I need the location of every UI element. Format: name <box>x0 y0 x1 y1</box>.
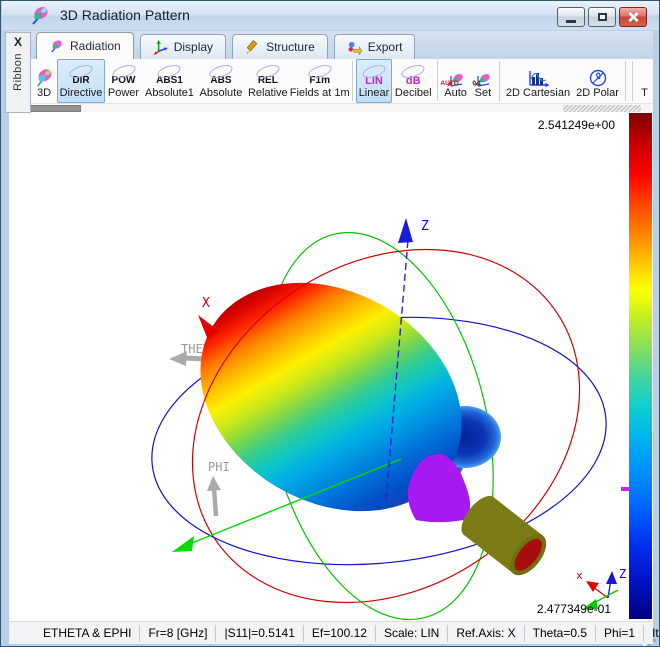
status-bar: ETHETA & EPHI Fr=8 [GHz] |S11|=0.5141 Ef… <box>9 621 653 644</box>
linear-scale-button[interactable]: LIN Linear <box>356 59 393 103</box>
absolute1-button[interactable]: ABS1 Absolute1 <box>142 59 197 103</box>
app-window: 3D Radiation Pattern Radiation <box>0 0 660 647</box>
tab-label: Radiation <box>70 39 121 53</box>
ribbon-side-panel: X Ribbon <box>5 32 31 113</box>
status-phi-step: Phi=1 <box>596 625 644 642</box>
theta-arrowhead <box>169 351 187 366</box>
y-axis-arrowhead <box>172 536 194 552</box>
toolbar-separator <box>437 61 438 101</box>
minimize-button[interactable] <box>557 7 585 27</box>
colorbar <box>629 113 652 619</box>
button-label: Directive <box>60 87 103 100</box>
clipped-toolbar-button[interactable]: T <box>636 59 653 103</box>
3d-radiation-viewport[interactable]: THETA Z X PHI <box>9 112 653 621</box>
tab-display[interactable]: Display <box>140 34 226 59</box>
toolbar-separator <box>499 61 500 101</box>
3d-scene: THETA Z X PHI <box>9 112 653 621</box>
button-label: Power <box>108 87 139 100</box>
tab-strip: Radiation Display Structure <box>9 31 653 59</box>
close-button[interactable] <box>619 7 647 27</box>
ribbon-side-label[interactable]: Ribbon <box>12 53 24 91</box>
x-axis-label: X <box>202 296 210 311</box>
tab-export[interactable]: Export <box>334 34 416 59</box>
pencil-icon <box>245 40 260 55</box>
status-scale: Scale: LIN <box>376 625 448 642</box>
ribbon-scrollbar-hatch <box>563 105 641 112</box>
resize-grip[interactable] <box>653 639 656 642</box>
2d-polar-icon <box>588 69 608 87</box>
3d-view-button[interactable]: 3D <box>31 59 57 103</box>
button-label: Auto <box>444 87 467 100</box>
export-arrow-icon <box>347 40 362 55</box>
button-label: T <box>641 87 648 100</box>
z-axis-label: Z <box>421 219 429 234</box>
fields-at-1m-button[interactable]: F1m Fields at 1m <box>291 59 349 103</box>
tab-radiation[interactable]: Radiation <box>36 32 134 59</box>
button-label: Fields at 1m <box>290 87 350 100</box>
maximize-icon <box>598 13 607 21</box>
relative-button[interactable]: REL Relative <box>245 59 291 103</box>
window-title: 3D Radiation Pattern <box>60 1 190 30</box>
button-label: Linear <box>359 87 390 100</box>
decibel-scale-button[interactable]: dB Decibel <box>392 59 434 103</box>
axes-triad-icon <box>153 40 168 55</box>
directive-button[interactable]: DIR Directive <box>57 59 105 103</box>
status-s11: |S11|=0.5141 <box>216 625 303 642</box>
tab-label: Export <box>368 40 403 54</box>
button-label: 2D Polar <box>576 87 619 100</box>
2d-cartesian-button[interactable]: 2D Cartesian <box>503 59 573 103</box>
tab-label: Display <box>174 40 213 54</box>
toolbar-separator <box>352 61 353 101</box>
2d-polar-button[interactable]: 2D Polar <box>573 59 622 103</box>
button-label: 3D <box>37 87 51 100</box>
2d-cartesian-icon <box>526 70 550 87</box>
toolbar-separator <box>625 61 626 101</box>
button-label: Absolute <box>200 87 243 100</box>
radiation-pattern-icon <box>29 6 51 26</box>
colorbar-marker <box>621 487 630 491</box>
radiation-tab-icon <box>49 39 64 54</box>
status-frequency: Fr=8 [GHz] <box>140 625 216 642</box>
button-label: Absolute1 <box>145 87 194 100</box>
ribbon-scrollbar[interactable] <box>9 103 653 112</box>
3d-pattern-icon <box>34 69 54 87</box>
absolute-button[interactable]: ABS Absolute <box>197 59 245 103</box>
button-label: 2D Cartesian <box>506 87 570 100</box>
status-efficiency: Ef=100.12 <box>304 625 376 642</box>
ribbon-close-button[interactable]: X <box>14 33 22 53</box>
toolbar-separator <box>632 61 633 101</box>
phi-axis-label: PHI <box>208 460 230 474</box>
tab-structure[interactable]: Structure <box>232 34 328 59</box>
tab-label: Structure <box>266 40 315 54</box>
set-range-button[interactable]: 0 1 Set <box>470 59 496 103</box>
triad-z-arrowhead <box>606 571 617 584</box>
colorbar-max-value: 2.541249e+00 <box>538 118 615 132</box>
phi-arrow <box>214 488 216 516</box>
power-button[interactable]: POW Power <box>105 59 142 103</box>
button-label: Set <box>475 87 492 100</box>
triad-z-label: Z <box>619 567 626 581</box>
ribbon-scrollbar-thumb[interactable] <box>29 105 81 112</box>
status-theta-step: Theta=0.5 <box>525 625 596 642</box>
ribbon-toolbar: 3D DIR Directive POW Power ABS1 Absolute… <box>9 59 653 103</box>
maximize-button[interactable] <box>588 7 616 27</box>
phi-arrowhead <box>207 476 221 491</box>
title-bar[interactable]: 3D Radiation Pattern <box>2 1 659 30</box>
status-ref-axis: Ref.Axis: X <box>448 625 524 642</box>
triad-x-label: x <box>576 569 583 582</box>
z-axis-arrowhead <box>398 218 413 243</box>
status-field-components: ETHETA & EPHI <box>35 625 140 642</box>
auto-range-button[interactable]: AUTO Auto <box>441 59 470 103</box>
close-icon <box>627 11 639 23</box>
button-label: Relative <box>248 87 288 100</box>
colorbar-min-value: 2.477349e-01 <box>537 602 611 616</box>
button-label: Decibel <box>395 87 432 100</box>
minimize-icon <box>566 20 576 23</box>
